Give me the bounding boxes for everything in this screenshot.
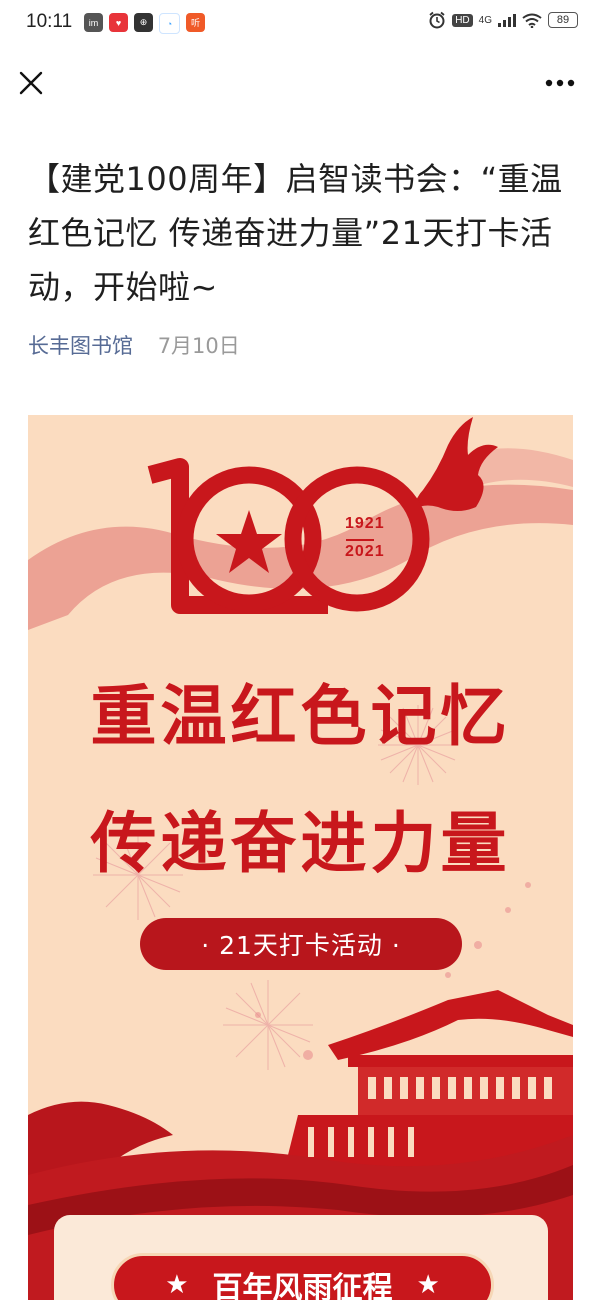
signal-icon (498, 14, 516, 27)
battery-indicator: 89 (548, 12, 578, 28)
app-icon-heart: ♥ (109, 13, 128, 32)
app-icon-cloud: ◔ (159, 13, 180, 34)
fireworks-decoration (93, 705, 458, 1070)
close-button[interactable] (14, 66, 48, 100)
network-type: 4G (478, 14, 492, 26)
badge-year-start: 1921 (345, 515, 385, 532)
star-icon-left: ★ (165, 1270, 189, 1300)
app-icon-circle: ⊕ (134, 13, 153, 32)
status-right-group: HD 4G 89 (428, 11, 578, 29)
badge-year-end: 2021 (345, 543, 385, 560)
status-app-icons: im ♥ ⊕ ◔ 听 (84, 13, 205, 34)
app-icon-im: im (84, 13, 103, 32)
section-title-ribbon: ★ 百年风雨征程 ★ (111, 1253, 494, 1300)
author-link[interactable]: 长丰图书馆 (28, 334, 133, 358)
poster-headline-2: 传递奋进力量 (90, 805, 511, 882)
publish-date: 7月10日 (157, 334, 240, 358)
section-title: 百年风雨征程 (212, 1271, 393, 1300)
star-icon-right: ★ (416, 1270, 440, 1300)
status-time: 10:11 (26, 11, 73, 32)
hd-icon: HD (452, 13, 473, 27)
article-title: 【建党100周年】启智读书会：“重温红色记忆 传递奋进力量”21天打卡活动，开始… (28, 160, 563, 306)
tiananmen-silhouette (283, 990, 573, 1175)
poster-headline-1: 重温红色记忆 (90, 678, 511, 755)
article-poster-image: 1921 2021 重温红色记忆 传递奋进力量 · 21天打卡活动 · ★ 百年… (28, 415, 573, 1300)
checkin-activity-pill: · 21天打卡活动 · (140, 918, 462, 970)
more-options-button[interactable] (540, 66, 580, 100)
article-navbar (0, 52, 600, 114)
more-icon (545, 79, 575, 87)
alarm-icon (429, 11, 445, 29)
close-icon (19, 71, 43, 95)
wifi-icon (522, 13, 542, 28)
article-meta: 长丰图书馆 7月10日 (28, 330, 240, 360)
app-icon-listen: 听 (186, 13, 205, 32)
status-bar: 10:11 im ♥ ⊕ ◔ 听 HD 4G 89 (0, 0, 600, 46)
